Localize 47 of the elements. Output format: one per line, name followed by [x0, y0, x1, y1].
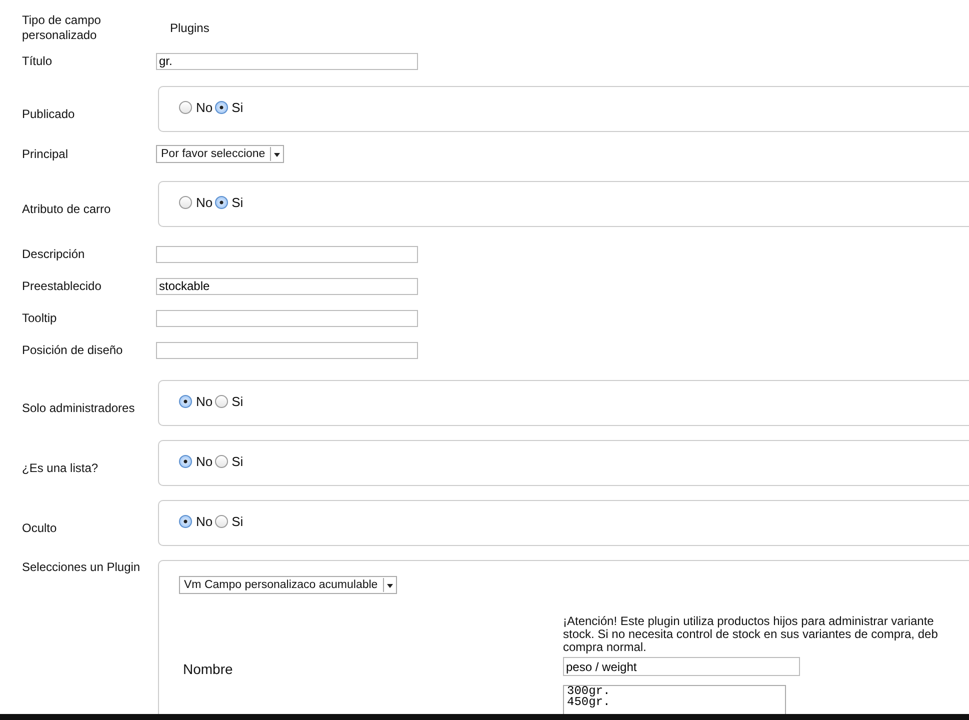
radio-button[interactable]: [214, 395, 228, 408]
radio-button[interactable]: [214, 515, 228, 528]
caret-icon: [382, 578, 396, 592]
field-label: Oculto: [22, 521, 58, 537]
field-label: Principal: [22, 146, 70, 162]
field-label: Selecciones un Plugin: [22, 560, 142, 575]
field-label: Tooltip: [22, 310, 58, 326]
field-label: Tipo de campo personalizado: [22, 13, 102, 43]
text-field[interactable]: stockable: [156, 278, 418, 294]
radio-option[interactable]: Si: [214, 454, 244, 469]
field-label: Título: [22, 54, 54, 68]
radio-button[interactable]: [179, 455, 192, 468]
notice-text: stock. Si no necesita control de stock en sus variantes de compra, deb: [563, 628, 939, 641]
radio-option[interactable]: Si: [214, 514, 244, 529]
radio-option[interactable]: Si: [214, 394, 244, 409]
field-label: Posición de diseño: [22, 342, 124, 358]
radio-button[interactable]: [179, 395, 192, 408]
field-label: Descripción: [22, 246, 86, 262]
field-label: Solo administradores: [22, 401, 136, 417]
radio-option[interactable]: Si: [214, 195, 244, 210]
radio-option[interactable]: No: [179, 195, 213, 210]
dropdown[interactable]: Por favor seleccione: [156, 145, 284, 163]
text-field[interactable]: peso / weight: [563, 657, 800, 676]
field-label: Atributo de carro: [22, 202, 112, 218]
radio-option[interactable]: No: [179, 394, 213, 409]
text-field[interactable]: gr.: [156, 52, 418, 70]
radio-button[interactable]: [214, 196, 228, 209]
field-label: Nombre: [182, 660, 234, 677]
radio-button[interactable]: [214, 455, 228, 468]
field-label: ¿Es una lista?: [22, 461, 100, 477]
radio-button[interactable]: [179, 101, 192, 114]
radio-option[interactable]: No: [179, 100, 213, 115]
field-label: Preestablecido: [22, 278, 102, 294]
radio-button[interactable]: [179, 515, 192, 528]
radio-option[interactable]: No: [179, 454, 213, 469]
text-field[interactable]: [156, 342, 418, 358]
radio-button[interactable]: [214, 101, 228, 114]
radio-option[interactable]: Si: [214, 100, 244, 115]
notice-text: compra normal.: [563, 641, 648, 654]
radio-option[interactable]: No: [179, 514, 213, 529]
field-value: Plugins: [169, 21, 210, 35]
radio-button[interactable]: [179, 196, 192, 209]
text-field[interactable]: [156, 246, 418, 262]
dropdown[interactable]: Vm Campo personalizaco acumulable: [179, 576, 397, 594]
field-label: Publicado: [22, 107, 76, 123]
notice-text: ¡Atención! Este plugin utiliza productos hijos para administrar variante: [563, 615, 935, 628]
text-field[interactable]: [156, 310, 418, 326]
